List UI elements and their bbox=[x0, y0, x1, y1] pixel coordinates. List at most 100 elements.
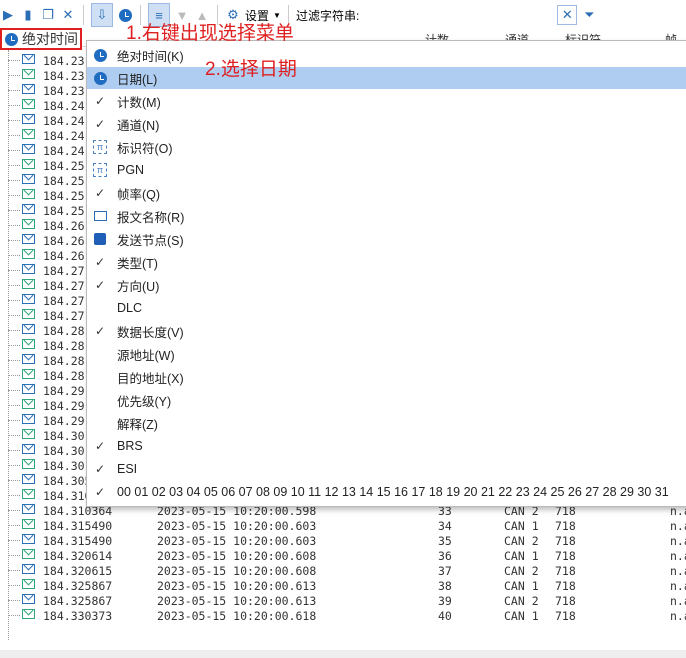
date-cell: 2023-05-15 10:20:00.603 bbox=[157, 519, 317, 533]
menu-item[interactable]: ✓ 计数(M) bbox=[87, 90, 686, 112]
menu-item[interactable]: ✓ 帧率(Q) bbox=[87, 182, 686, 204]
time-cell: 184.24 bbox=[43, 144, 85, 158]
time-cell: 184.26 bbox=[43, 234, 85, 248]
envelope-icon bbox=[22, 309, 35, 319]
pi-icon: π bbox=[92, 163, 108, 177]
menu-item[interactable]: 源地址(W) bbox=[87, 343, 686, 365]
envelope-icon bbox=[22, 294, 35, 304]
menu-item[interactable]: ✓ BRS bbox=[87, 435, 686, 457]
table-row[interactable]: 184.315490 2023-05-15 10:20:00.603 35 CAN 2… bbox=[0, 533, 686, 548]
envelope-icon bbox=[22, 534, 35, 544]
envelope-icon bbox=[22, 444, 35, 454]
tree-branch bbox=[8, 615, 20, 616]
tree-branch bbox=[8, 75, 20, 76]
envelope-icon bbox=[22, 264, 35, 274]
check-icon: ✓ bbox=[94, 462, 106, 476]
menu-item[interactable]: 发送节点(S) bbox=[87, 228, 686, 250]
envelope-icon bbox=[22, 219, 35, 229]
id-cell: 718 bbox=[555, 579, 576, 593]
play-icon[interactable]: ▶ bbox=[0, 7, 16, 23]
menu-item[interactable]: π 标识符(O) bbox=[87, 136, 686, 158]
menu-item[interactable]: 绝对时间(K) bbox=[87, 44, 686, 66]
funnel-icon[interactable]: ⏷ bbox=[581, 7, 597, 23]
copy-icon[interactable]: ❐ bbox=[40, 7, 56, 23]
tree-branch bbox=[8, 255, 20, 256]
envelope-icon bbox=[22, 474, 35, 484]
pi-glyph: π bbox=[93, 163, 107, 177]
time-cell: 184.25 bbox=[43, 204, 85, 218]
table-row[interactable]: 184.330373 2023-05-15 10:20:00.618 40 CAN 1… bbox=[0, 608, 686, 623]
tree-branch bbox=[8, 495, 20, 496]
tree-branch bbox=[8, 375, 20, 376]
clock-glyph bbox=[93, 48, 107, 62]
tree-branch bbox=[8, 360, 20, 361]
pi-glyph: π bbox=[93, 140, 107, 154]
time-cell: 184.26 bbox=[43, 219, 85, 233]
tree-branch bbox=[8, 285, 20, 286]
menu-item-label: 数据长度(V) bbox=[117, 325, 184, 340]
envelope-icon bbox=[22, 594, 35, 604]
envelope-icon bbox=[92, 211, 108, 221]
time-cell: 184.30 bbox=[43, 444, 85, 458]
menu-item[interactable]: 解释(Z) bbox=[87, 412, 686, 434]
time-cell: 184.23 bbox=[43, 84, 85, 98]
menu-item[interactable]: DLC bbox=[87, 297, 686, 319]
horizontal-scrollbar[interactable] bbox=[0, 650, 686, 658]
channel-cell: CAN 2 bbox=[504, 534, 539, 548]
menu-item[interactable]: π PGN bbox=[87, 159, 686, 181]
envelope-icon bbox=[22, 339, 35, 349]
time-cell: 184.325867 bbox=[43, 594, 113, 608]
table-row[interactable]: 184.325867 2023-05-15 10:20:00.613 38 CAN 1… bbox=[0, 578, 686, 593]
menu-item-label: 00 01 02 03 04 05 06 07 08 09 10 11 12 1… bbox=[117, 485, 669, 499]
rate-cell: n.a bbox=[670, 594, 686, 608]
tree-branch bbox=[8, 165, 20, 166]
menu-item[interactable]: 优先级(Y) bbox=[87, 389, 686, 411]
time-cell: 184.29 bbox=[43, 414, 85, 428]
new-icon[interactable]: ▮ bbox=[20, 7, 36, 23]
menu-item[interactable]: 目的地址(X) bbox=[87, 366, 686, 388]
time-cell: 184.24 bbox=[43, 129, 85, 143]
filter-input[interactable] bbox=[363, 5, 553, 25]
menu-item-label: BRS bbox=[117, 439, 143, 453]
menu-item[interactable]: 日期(L) bbox=[87, 67, 686, 89]
menu-item[interactable]: ✓ 类型(T) bbox=[87, 251, 686, 273]
envelope-icon bbox=[22, 324, 35, 334]
table-row[interactable]: 184.320614 2023-05-15 10:20:00.608 36 CAN 1… bbox=[0, 548, 686, 563]
date-cell: 2023-05-15 10:20:00.613 bbox=[157, 579, 317, 593]
table-row[interactable]: 184.320615 2023-05-15 10:20:00.608 37 CAN 2… bbox=[0, 563, 686, 578]
menu-item[interactable]: ✓ 通道(N) bbox=[87, 113, 686, 135]
pi-icon: π bbox=[92, 140, 108, 154]
time-cell: 184.330373 bbox=[43, 609, 113, 623]
toolbar: ▶ ▮ ❐ ✕ ⇩ ≡ ▼ ▲ ⚙ 设置 ▼ 过滤字符串: ✕ ⏷ bbox=[0, 0, 686, 30]
menu-item-label: 报文名称(R) bbox=[117, 210, 185, 225]
scroll-icon[interactable]: ⇩ bbox=[91, 3, 113, 27]
time-cell: 184.29 bbox=[43, 384, 85, 398]
menu-item[interactable]: ✓ ESI bbox=[87, 458, 686, 480]
table-row[interactable]: 184.315490 2023-05-15 10:20:00.603 34 CAN 1… bbox=[0, 518, 686, 533]
menu-item[interactable]: ✓ 数据长度(V) bbox=[87, 320, 686, 342]
menu-item[interactable]: ✓ 00 01 02 03 04 05 06 07 08 09 10 11 12 … bbox=[87, 481, 686, 503]
count-cell: 39 bbox=[438, 594, 452, 608]
time-cell: 184.27 bbox=[43, 309, 85, 323]
menu-item-label: 源地址(W) bbox=[117, 348, 175, 363]
menu-item[interactable]: ✓ 方向(U) bbox=[87, 274, 686, 296]
menu-item[interactable]: 报文名称(R) bbox=[87, 205, 686, 227]
menu-item-label: 通道(N) bbox=[117, 118, 160, 133]
close-icon[interactable]: ✕ bbox=[60, 7, 76, 23]
menu-item-label: 优先级(Y) bbox=[117, 394, 172, 409]
time-cell: 184.23 bbox=[43, 69, 85, 83]
time-cell: 184.28 bbox=[43, 354, 85, 368]
count-cell: 38 bbox=[438, 579, 452, 593]
tree-branch bbox=[8, 135, 20, 136]
column-absolute-time[interactable]: 绝对时间 bbox=[0, 28, 82, 50]
time-cell: 184.24 bbox=[43, 114, 85, 128]
envelope-icon bbox=[22, 114, 35, 124]
annotation-step1: 1.右键出现选择菜单 bbox=[126, 23, 294, 44]
tree-branch bbox=[8, 450, 20, 451]
divider bbox=[83, 5, 84, 25]
clear-filter-icon[interactable]: ✕ bbox=[557, 5, 578, 25]
table-row[interactable]: 184.325867 2023-05-15 10:20:00.613 39 CAN 2… bbox=[0, 593, 686, 608]
tree-branch bbox=[8, 240, 20, 241]
date-cell: 2023-05-15 10:20:00.603 bbox=[157, 534, 317, 548]
tree-branch bbox=[8, 570, 20, 571]
